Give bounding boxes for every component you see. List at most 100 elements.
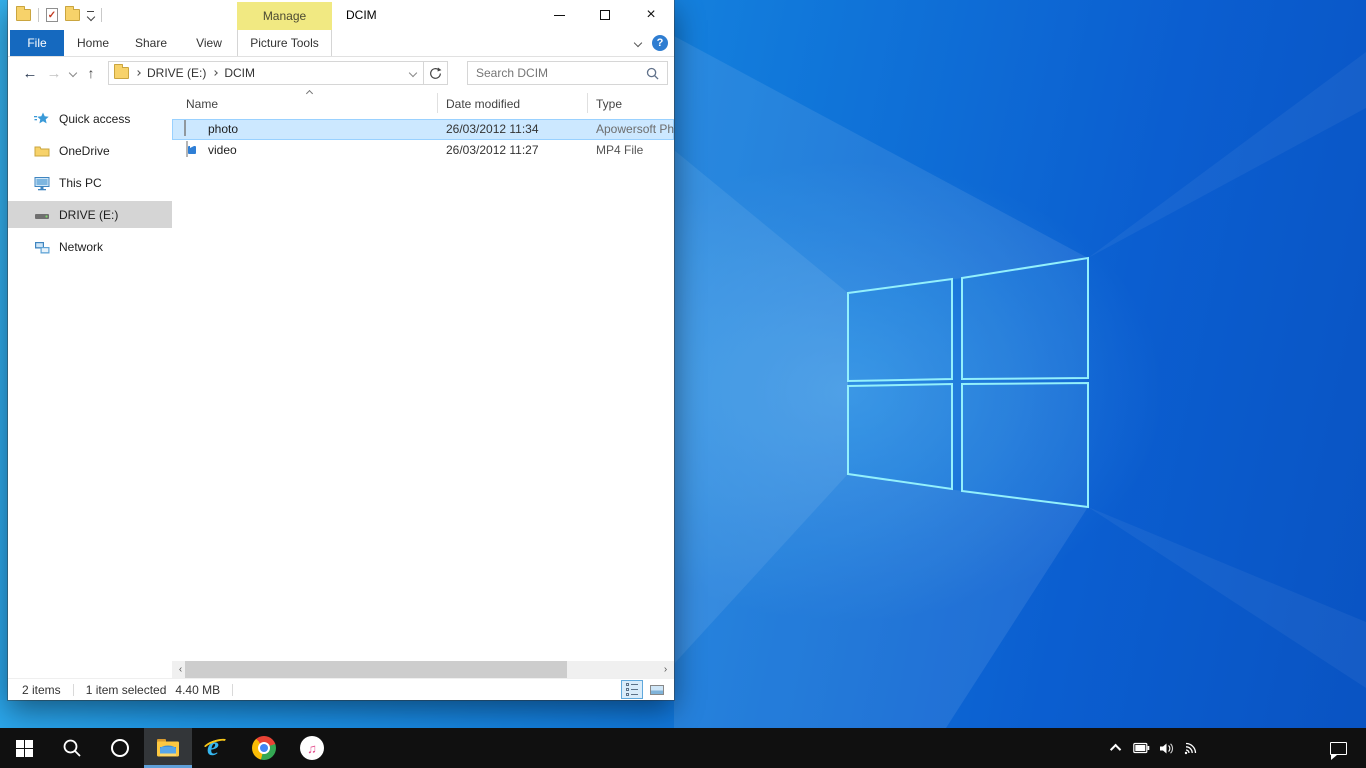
- file-name: video: [208, 143, 237, 157]
- network-icon: [34, 239, 50, 255]
- windows-logo-panes: [848, 258, 1088, 507]
- wifi-signal-icon: [1184, 741, 1199, 755]
- battery-indicator[interactable]: [1129, 728, 1154, 768]
- search-box[interactable]: [467, 61, 668, 85]
- file-type: Apowersoft Pho: [596, 122, 674, 136]
- column-header-date-modified[interactable]: Date modified: [446, 97, 520, 111]
- volume-indicator[interactable]: [1154, 728, 1179, 768]
- quick-access-toolbar: ✓: [16, 0, 102, 30]
- sidebar-item-label: OneDrive: [59, 144, 110, 158]
- properties-button[interactable]: ✓: [46, 8, 58, 22]
- search-input[interactable]: [468, 66, 646, 80]
- chevron-down-icon: [86, 12, 94, 20]
- file-row-video[interactable]: video 26/03/2012 11:27 MP4 File: [172, 140, 674, 161]
- search-icon: [61, 737, 83, 759]
- new-folder-button[interactable]: [65, 9, 80, 21]
- windows-logo-icon: [16, 740, 33, 757]
- manage-label: Manage: [263, 9, 306, 23]
- close-button[interactable]: ×: [628, 0, 674, 30]
- back-button[interactable]: ←: [18, 61, 42, 85]
- network-indicator[interactable]: [1179, 728, 1204, 768]
- chrome-button[interactable]: [240, 728, 288, 768]
- minimize-button[interactable]: [536, 0, 582, 30]
- video-file-icon: [184, 142, 200, 158]
- drive-icon: [34, 207, 50, 223]
- column-header-name[interactable]: Name: [186, 97, 218, 111]
- action-center-icon: [1330, 742, 1347, 755]
- scrollbar-thumb[interactable]: [185, 661, 567, 678]
- separator: [101, 8, 102, 22]
- sidebar-item-network[interactable]: Network: [8, 233, 172, 260]
- itunes-button[interactable]: ♫: [288, 728, 336, 768]
- breadcrumb-dcim[interactable]: DCIM: [217, 66, 262, 80]
- column-separator[interactable]: [437, 93, 438, 113]
- sidebar-item-label: This PC: [59, 176, 102, 190]
- video-file-glyph: [186, 141, 188, 157]
- forward-button[interactable]: →: [42, 61, 66, 85]
- tab-view[interactable]: View: [180, 30, 238, 56]
- file-explorer-taskbar-button[interactable]: [144, 728, 192, 768]
- tab-home[interactable]: Home: [64, 30, 122, 56]
- maximize-button[interactable]: [582, 0, 628, 30]
- cortana-button[interactable]: [96, 728, 144, 768]
- chevron-down-icon: [409, 69, 417, 77]
- navigation-pane: Quick access OneDrive This PC DRIVE (E:): [8, 89, 172, 678]
- file-date-modified: 26/03/2012 11:27: [446, 143, 539, 157]
- sidebar-item-onedrive[interactable]: OneDrive: [8, 137, 172, 164]
- recent-locations-button[interactable]: [66, 61, 80, 85]
- tab-file[interactable]: File: [10, 30, 64, 56]
- address-dropdown-button[interactable]: [403, 70, 423, 76]
- column-headers: Name Date modified Type: [172, 89, 674, 119]
- customize-quick-access-button[interactable]: [87, 11, 94, 20]
- chrome-icon: [252, 736, 276, 760]
- sidebar-item-label: Network: [59, 240, 103, 254]
- horizontal-scrollbar[interactable]: ‹ ›: [172, 661, 674, 678]
- column-header-type[interactable]: Type: [596, 97, 622, 111]
- address-bar[interactable]: DRIVE (E:) DCIM: [108, 61, 424, 85]
- maximize-icon: [600, 10, 610, 20]
- explorer-window-icon: [16, 9, 31, 21]
- sidebar-item-drive-e[interactable]: DRIVE (E:): [8, 201, 172, 228]
- battery-icon: [1133, 742, 1150, 754]
- help-button[interactable]: ?: [652, 35, 668, 51]
- expand-ribbon-button[interactable]: [634, 39, 642, 47]
- column-separator[interactable]: [587, 93, 588, 113]
- photo-thumbnail-icon: [184, 121, 200, 137]
- file-row-photo[interactable]: photo 26/03/2012 11:34 Apowersoft Pho: [172, 119, 674, 140]
- tray-expand-button[interactable]: [1104, 728, 1129, 768]
- sidebar-item-label: Quick access: [59, 112, 130, 126]
- close-icon: ×: [646, 7, 655, 23]
- itunes-icon: ♫: [300, 736, 324, 760]
- window-title: DCIM: [346, 0, 377, 30]
- internet-explorer-button[interactable]: e: [192, 728, 240, 768]
- thumbnails-view-button[interactable]: [646, 680, 668, 699]
- sidebar-item-this-pc[interactable]: This PC: [8, 169, 172, 196]
- sidebar-item-quick-access[interactable]: Quick access: [8, 105, 172, 132]
- scroll-right-arrow[interactable]: ›: [657, 661, 674, 678]
- address-row: ← → ↑ DRIVE (E:) DCIM: [8, 57, 674, 89]
- main-area: Quick access OneDrive This PC DRIVE (E:): [8, 89, 674, 678]
- action-center-button[interactable]: [1316, 742, 1360, 755]
- refresh-button[interactable]: [424, 61, 448, 85]
- title-bar[interactable]: ✓ Manage DCIM ×: [8, 0, 674, 30]
- items-count: 2 items: [22, 683, 61, 697]
- details-view-button[interactable]: [621, 680, 643, 699]
- breadcrumb-drive[interactable]: DRIVE (E:): [140, 66, 213, 80]
- taskbar-search-button[interactable]: [48, 728, 96, 768]
- manage-contextual-group[interactable]: Manage: [237, 2, 332, 30]
- selected-count: 1 item selected: [86, 683, 167, 697]
- tab-picture-tools[interactable]: Picture Tools: [237, 30, 332, 56]
- file-explorer-icon: [155, 736, 181, 760]
- sort-ascending-icon: [306, 90, 313, 97]
- system-tray: [1104, 728, 1366, 768]
- play-triangle-icon: [190, 144, 194, 148]
- window-controls: ×: [536, 0, 674, 30]
- file-explorer-window: ✓ Manage DCIM × File Home Share View Pic…: [8, 0, 674, 700]
- start-button[interactable]: [0, 728, 48, 768]
- tab-share[interactable]: Share: [122, 30, 180, 56]
- file-type: MP4 File: [596, 143, 643, 157]
- this-pc-monitor-icon: [34, 175, 50, 191]
- ribbon-right-controls: ?: [635, 30, 668, 56]
- separator: [232, 684, 233, 696]
- up-button[interactable]: ↑: [80, 61, 102, 85]
